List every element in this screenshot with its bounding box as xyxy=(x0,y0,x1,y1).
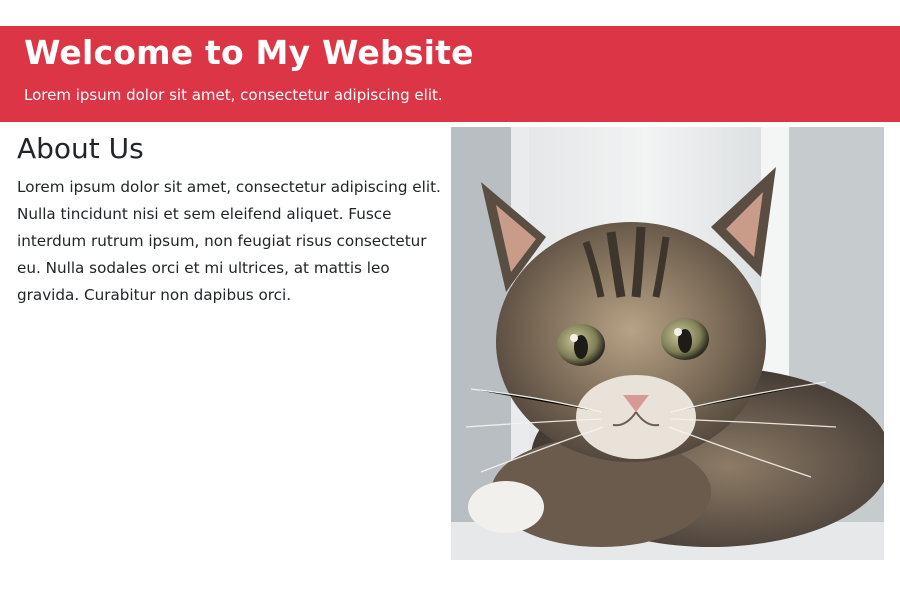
site-header: Welcome to My Website Lorem ipsum dolor … xyxy=(0,26,900,122)
site-subtitle: Lorem ipsum dolor sit amet, consectetur … xyxy=(24,86,443,104)
about-heading: About Us xyxy=(17,132,144,165)
kitten-image-icon xyxy=(451,127,884,560)
about-section: About Us Lorem ipsum dolor sit amet, con… xyxy=(17,130,449,309)
page: Welcome to My Website Lorem ipsum dolor … xyxy=(0,0,900,600)
kitten-photo xyxy=(451,127,884,560)
about-paragraph: Lorem ipsum dolor sit amet, consectetur … xyxy=(17,178,441,304)
site-title: Welcome to My Website xyxy=(24,33,474,72)
